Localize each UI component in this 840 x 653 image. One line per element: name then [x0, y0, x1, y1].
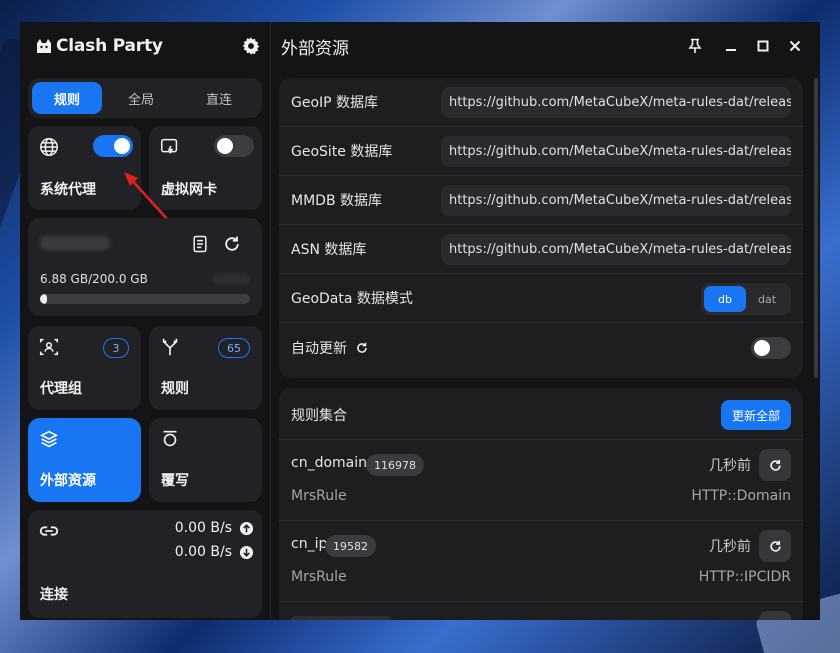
- usage-progress-fill: [40, 294, 48, 304]
- auto-update-label: 自动更新: [291, 340, 347, 357]
- usage-progress-bar: [40, 294, 250, 304]
- sidebar: Clash Party 规则 全局 直连 系统代理 虚拟网卡 6.88 GB/2…: [20, 22, 270, 620]
- geoip-url-input[interactable]: https://github.com/MetaCubeX/meta-rules-…: [441, 87, 791, 118]
- mode-rule-tab[interactable]: 规则: [32, 82, 102, 114]
- refresh-icon[interactable]: [222, 234, 242, 258]
- upload-speed: 0.00 B/s: [174, 520, 232, 536]
- resources-card[interactable]: 外部资源: [28, 418, 141, 502]
- auto-update-row: 自动更新: [279, 323, 803, 372]
- app-title: Clash Party: [56, 36, 163, 56]
- document-icon[interactable]: [190, 234, 210, 258]
- proxy-groups-label: 代理组: [40, 381, 82, 397]
- ruleset-panel: 规则集合 更新全部 cn_domain 116978 MrsRule 几秒前 H…: [279, 388, 803, 620]
- ruleset-name: cn_ip: [291, 536, 328, 552]
- refresh-icon[interactable]: [355, 341, 369, 355]
- maximize-icon[interactable]: [753, 36, 773, 56]
- app-window: Clash Party 规则 全局 直连 系统代理 虚拟网卡 6.88 GB/2…: [20, 22, 820, 620]
- ruleset-header: 规则集合 更新全部: [279, 388, 803, 440]
- ruleset-source: HTTP::Domain: [691, 488, 791, 504]
- ruleset-refresh-button[interactable]: [759, 449, 791, 481]
- ruleset-item-cn-domain: cn_domain 116978 MrsRule 几秒前 HTTP::Domai…: [279, 440, 803, 521]
- rules-label: 规则: [161, 381, 189, 397]
- link-icon: [38, 520, 60, 546]
- minimize-icon[interactable]: [721, 36, 741, 56]
- download-speed: 0.00 B/s: [174, 544, 232, 560]
- geosite-row: GeoSite 数据库 https://github.com/MetaCubeX…: [279, 127, 803, 176]
- connections-label: 连接: [40, 587, 68, 603]
- profile-name-blurred: [40, 236, 110, 250]
- ruleset-count-badge: 19582: [325, 535, 376, 557]
- mmdb-url-input[interactable]: https://github.com/MetaCubeX/meta-rules-…: [441, 185, 791, 216]
- close-icon[interactable]: [785, 36, 805, 56]
- refresh-icon: [769, 459, 781, 471]
- gear-icon[interactable]: [240, 35, 262, 57]
- main-content: 外部资源 GeoIP 数据库 https://github.com/MetaCu…: [271, 22, 820, 620]
- proxy-group-icon: [38, 336, 60, 362]
- ruleset-name: cn_domain: [291, 455, 368, 471]
- override-card[interactable]: 覆写: [149, 418, 262, 502]
- layers-icon: [38, 428, 60, 454]
- upload-arrow-icon: [239, 521, 254, 540]
- brand: Clash Party: [28, 22, 262, 70]
- system-proxy-toggle[interactable]: [93, 135, 133, 157]
- override-icon: [159, 428, 181, 454]
- geodata-mode-db[interactable]: db: [704, 286, 746, 312]
- asn-row: ASN 数据库 https://github.com/MetaCubeX/met…: [279, 225, 803, 274]
- ruleset-refresh-button[interactable]: [759, 611, 791, 620]
- profile-usage: 6.88 GB/200.0 GB: [40, 272, 148, 286]
- resources-label: 外部资源: [40, 473, 96, 489]
- ruleset-updated-time: 几秒前: [709, 539, 751, 555]
- profile-time-blurred: [212, 274, 250, 284]
- ruleset-source: HTTP::IPCIDR: [698, 569, 791, 585]
- network-card-icon: [159, 136, 181, 162]
- mode-switcher: 规则 全局 直连: [28, 78, 262, 118]
- geosite-url-input[interactable]: https://github.com/MetaCubeX/meta-rules-…: [441, 136, 791, 167]
- ruleset-refresh-button[interactable]: [759, 530, 791, 562]
- tun-toggle[interactable]: [214, 135, 254, 157]
- system-proxy-label: 系统代理: [40, 182, 96, 198]
- globe-icon: [38, 136, 60, 162]
- update-all-button[interactable]: 更新全部: [720, 400, 791, 430]
- ruleset-type: MrsRule: [291, 569, 347, 585]
- ruleset-type: MrsRule: [291, 488, 347, 504]
- rules-count: 65: [218, 338, 250, 358]
- profile-card[interactable]: 6.88 GB/200.0 GB: [28, 218, 262, 316]
- mode-global-tab[interactable]: 全局: [102, 82, 180, 114]
- ruleset-item-partial: [279, 602, 803, 620]
- asn-url-input[interactable]: https://github.com/MetaCubeX/meta-rules-…: [441, 234, 791, 265]
- page-title: 外部资源: [281, 38, 349, 59]
- ruleset-title: 规则集合: [291, 408, 347, 424]
- ruleset-updated-time: 几秒前: [709, 458, 751, 474]
- cat-logo-icon: [34, 36, 54, 56]
- ruleset-name-clipped: [291, 616, 391, 620]
- geo-settings-panel: GeoIP 数据库 https://github.com/MetaCubeX/m…: [279, 78, 803, 378]
- proxy-groups-card[interactable]: 3 代理组: [28, 326, 141, 410]
- page-header: 外部资源: [271, 22, 820, 70]
- geodata-mode-switch: db dat: [701, 283, 791, 315]
- connections-card[interactable]: 0.00 B/s 0.00 B/s 连接: [28, 510, 262, 618]
- download-arrow-icon: [239, 545, 254, 564]
- geodata-mode-dat[interactable]: dat: [746, 286, 788, 312]
- ruleset-count-badge: 116978: [366, 454, 424, 476]
- scrollbar[interactable]: [814, 78, 818, 378]
- auto-update-toggle[interactable]: [751, 337, 791, 359]
- mmdb-row: MMDB 数据库 https://github.com/MetaCubeX/me…: [279, 176, 803, 225]
- rules-card[interactable]: 65 规则: [149, 326, 262, 410]
- refresh-icon: [769, 540, 781, 552]
- mode-direct-tab[interactable]: 直连: [180, 82, 258, 114]
- geoip-row: GeoIP 数据库 https://github.com/MetaCubeX/m…: [279, 78, 803, 127]
- override-label: 覆写: [161, 473, 189, 489]
- geodata-mode-row: GeoData 数据模式 db dat: [279, 274, 803, 323]
- proxy-groups-count: 3: [103, 338, 129, 358]
- pin-icon[interactable]: [685, 36, 705, 56]
- ruleset-item-cn-ip: cn_ip 19582 MrsRule 几秒前 HTTP::IPCIDR: [279, 521, 803, 602]
- fork-icon: [159, 336, 181, 362]
